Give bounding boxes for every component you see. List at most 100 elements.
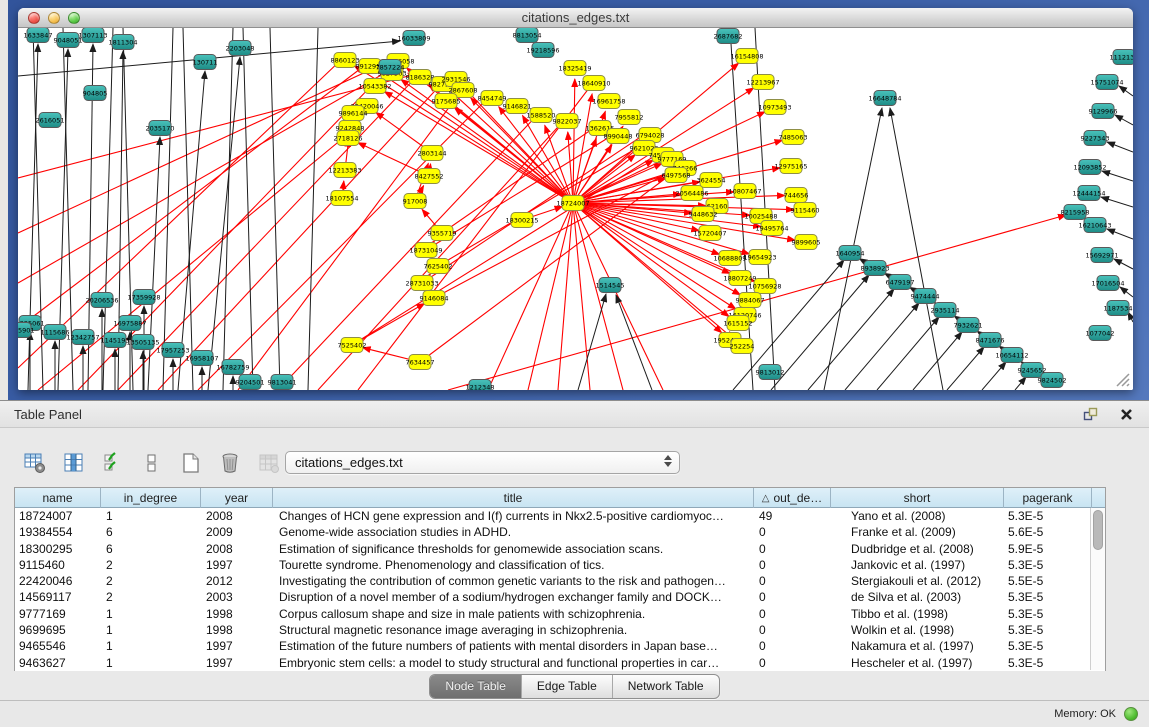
table-cell[interactable]: 2003: [201, 589, 273, 605]
float-panel-icon[interactable]: [1083, 407, 1098, 422]
graph-node[interactable]: 7525402: [338, 338, 367, 353]
graph-node[interactable]: 9899605: [792, 235, 821, 250]
table-cell[interactable]: Estimation of significance thresholds fo…: [273, 541, 754, 557]
graph-node[interactable]: 12975165: [774, 159, 807, 174]
column-header-pagerank[interactable]: pagerank: [1004, 488, 1092, 508]
graph-node[interactable]: 1187534: [1104, 301, 1133, 316]
network-window-titlebar[interactable]: citations_edges.txt: [18, 8, 1133, 28]
graph-node[interactable]: 2718126: [334, 131, 363, 146]
network-graph[interactable]: 1872400788601238912954122260589827503818…: [18, 28, 1133, 390]
table-cell[interactable]: 0: [754, 573, 831, 589]
graph-edge[interactable]: [1101, 197, 1133, 207]
table-cell[interactable]: 0: [754, 622, 831, 638]
table-cell[interactable]: 0: [754, 655, 831, 671]
graph-node[interactable]: 917008: [403, 194, 428, 209]
graph-node[interactable]: 1112131: [1110, 50, 1133, 65]
graph-edge[interactable]: [308, 28, 318, 390]
graph-node[interactable]: 12213967: [746, 75, 779, 90]
table-cell[interactable]: 2: [101, 589, 201, 605]
table-cell[interactable]: Tourette syndrome. Phenomenology and cla…: [273, 557, 754, 573]
graph-node[interactable]: 7625402: [424, 259, 453, 274]
table-cell[interactable]: 0: [754, 541, 831, 557]
graph-node[interactable]: 9884067: [736, 293, 765, 308]
graph-node[interactable]: 2687682: [714, 29, 743, 44]
graph-node[interactable]: 18300215: [505, 213, 538, 228]
tab-network-table[interactable]: Network Table: [613, 675, 719, 698]
table-cell[interactable]: 49: [754, 508, 831, 524]
table-cell[interactable]: 5.3E-5: [1004, 655, 1092, 671]
graph-node[interactable]: 20206536: [85, 293, 118, 308]
table-cell[interactable]: de Silva et al. (2003): [831, 589, 1004, 605]
scrollbar-thumb[interactable]: [1093, 510, 1103, 550]
graph-node[interactable]: 1212348: [466, 380, 495, 391]
graph-node[interactable]: 9129966: [1089, 104, 1118, 119]
graph-edge[interactable]: [1115, 115, 1133, 125]
graph-node[interactable]: 1640954: [836, 246, 865, 261]
graph-edge[interactable]: [243, 28, 253, 390]
graph-node[interactable]: 8471676: [976, 333, 1005, 348]
graph-node[interactable]: 3624554: [697, 173, 726, 188]
graph-node[interactable]: 8813054: [513, 28, 542, 43]
graph-node[interactable]: 9474444: [911, 289, 940, 304]
graph-node[interactable]: 16961758: [592, 94, 625, 109]
table-cell[interactable]: Corpus callosum shape and size in male p…: [273, 606, 754, 622]
graph-node[interactable]: 15751074: [1090, 75, 1123, 90]
column-header-short[interactable]: short: [831, 488, 1004, 508]
graph-node[interactable]: 16648784: [868, 91, 901, 106]
graph-edge[interactable]: [18, 70, 390, 283]
graph-node[interactable]: 904805: [83, 86, 108, 101]
graph-node[interactable]: 9813012: [756, 365, 785, 380]
table-cell[interactable]: 5.3E-5: [1004, 508, 1092, 524]
table-row[interactable]: 946554611997Estimation of the future num…: [15, 638, 1105, 654]
graph-node[interactable]: 1615152: [724, 316, 753, 331]
graph-node[interactable]: 7485063: [779, 130, 808, 145]
column-header-out_de[interactable]: △out_de…: [754, 488, 831, 508]
close-window-button[interactable]: [28, 12, 40, 24]
graph-node[interactable]: 2803144: [418, 146, 447, 161]
table-cell[interactable]: 5.3E-5: [1004, 557, 1092, 573]
graph-node[interactable]: 1115686: [41, 325, 70, 340]
tab-edge-table[interactable]: Edge Table: [522, 675, 613, 698]
table-cell[interactable]: 2009: [201, 524, 273, 540]
table-cell[interactable]: 6: [101, 541, 201, 557]
graph-node[interactable]: 15692971: [1085, 248, 1118, 263]
table-cell[interactable]: Dudbridge et al. (2008): [831, 541, 1004, 557]
table-cell[interactable]: Tibbo et al. (1998): [831, 606, 1004, 622]
table-cell[interactable]: 5.3E-5: [1004, 606, 1092, 622]
graph-edge[interactable]: [422, 132, 648, 283]
graph-node[interactable]: 1811304: [109, 35, 138, 50]
table-cell[interactable]: 2008: [201, 508, 273, 524]
table-cell[interactable]: 9463627: [15, 655, 101, 671]
table-cell[interactable]: 6: [101, 524, 201, 540]
graph-edge[interactable]: [573, 203, 734, 339]
table-cell[interactable]: 1: [101, 622, 201, 638]
graph-node[interactable]: 8427552: [415, 169, 444, 184]
graph-node[interactable]: 16782759: [216, 360, 249, 375]
graph-edge[interactable]: [163, 28, 173, 390]
network-file-select[interactable]: citations_edges.txt: [285, 451, 680, 474]
graph-node[interactable]: 252254: [730, 339, 755, 354]
graph-node[interactable]: 1633847: [24, 28, 53, 43]
resize-grip-icon[interactable]: [1114, 371, 1130, 387]
table-cell[interactable]: Embryonic stem cells: a model to study s…: [273, 655, 754, 671]
graph-node[interactable]: 7932621: [954, 318, 983, 333]
table-cell[interactable]: Franke et al. (2009): [831, 524, 1004, 540]
graph-edge[interactable]: [845, 303, 919, 390]
table-row[interactable]: 946362711997Embryonic stem cells: a mode…: [15, 655, 1105, 671]
table-cell[interactable]: 1997: [201, 557, 273, 573]
table-row[interactable]: 1872400712008Changes of HCN gene express…: [15, 508, 1105, 524]
import-table-icon[interactable]: [256, 450, 282, 476]
table-cell[interactable]: Disruption of a novel member of a sodium…: [273, 589, 754, 605]
table-cell[interactable]: 1998: [201, 622, 273, 638]
graph-node[interactable]: 12093852: [1073, 160, 1106, 175]
table-mode-icon[interactable]: [22, 450, 48, 476]
graph-node[interactable]: 6479197: [886, 275, 915, 290]
table-cell[interactable]: 0: [754, 524, 831, 540]
table-cell[interactable]: 9777169: [15, 606, 101, 622]
graph-edge[interactable]: [1120, 287, 1133, 297]
graph-node[interactable]: 7634457: [406, 355, 435, 370]
table-cell[interactable]: Structural magnetic resonance image aver…: [273, 622, 754, 638]
table-cell[interactable]: 1: [101, 638, 201, 654]
table-row[interactable]: 969969511998Structural magnetic resonanc…: [15, 622, 1105, 638]
graph-node[interactable]: 8990448: [604, 129, 633, 144]
